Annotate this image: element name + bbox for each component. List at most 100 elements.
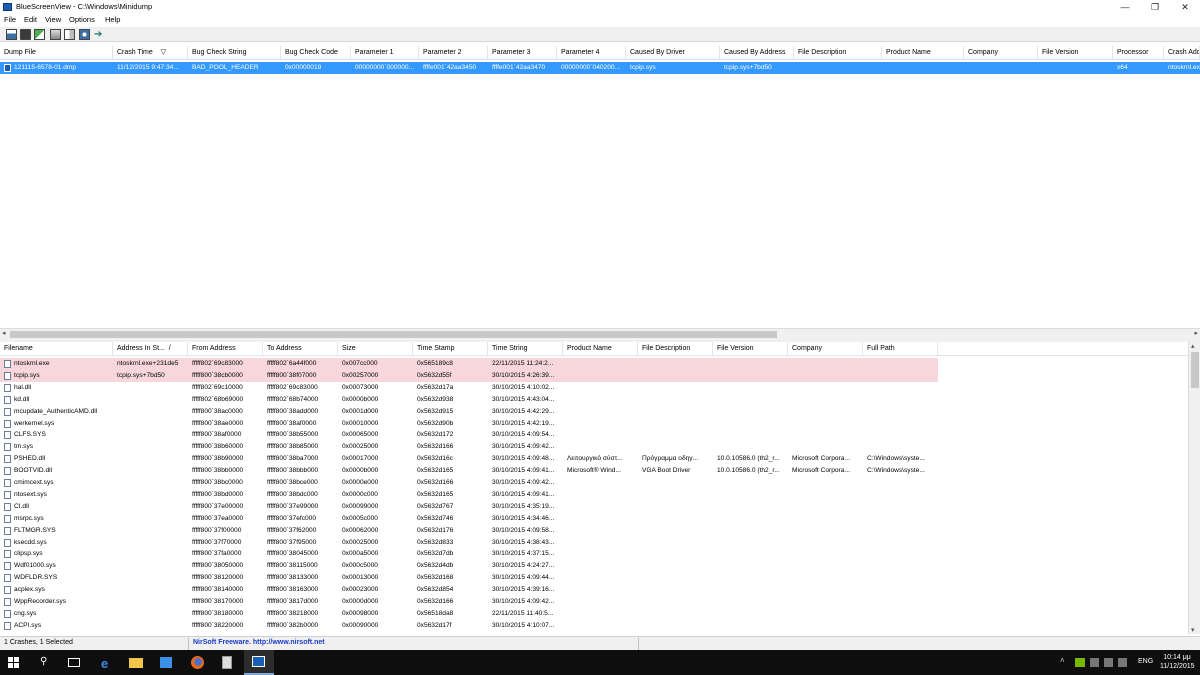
properties-icon[interactable] [64, 29, 75, 40]
driver-row[interactable]: hal.dll fffff802`69c10000 fffff802`69c8300… [0, 382, 1188, 394]
driver-row[interactable]: ACPI.sys fffff800`38220000 fffff800`382b00… [0, 620, 1188, 632]
volume-icon[interactable] [1104, 658, 1113, 667]
horizontal-scrollbar[interactable]: ◂ ▸ [0, 328, 1200, 339]
col-address-in-stack[interactable]: Address In St... / [113, 342, 188, 356]
nirsoft-link[interactable]: NirSoft Freeware. http://www.nirsoft.net [193, 639, 325, 646]
scroll-right-icon[interactable]: ▸ [1194, 329, 1198, 337]
col-to-address[interactable]: To Address [263, 342, 338, 356]
network-icon[interactable] [1090, 658, 1099, 667]
taskbar-bluescreenview[interactable] [244, 650, 274, 675]
cell-time-string: 22/11/2015 11:24:2... [492, 360, 554, 367]
find-icon[interactable] [79, 29, 90, 40]
disk-icon[interactable] [20, 29, 31, 40]
col-crash-time[interactable]: Crash Time ▽ [113, 46, 188, 60]
cell-size: 0x00062000 [342, 526, 379, 534]
col-caused-by-address[interactable]: Caused By Address [720, 46, 794, 60]
search-button[interactable]: ⚲ [30, 650, 60, 675]
driver-row[interactable]: kd.dll fffff802`68b69000 fffff802`68b74000… [0, 394, 1188, 406]
menu-edit[interactable]: Edit [24, 15, 37, 24]
taskbar-explorer[interactable] [122, 650, 152, 675]
vertical-scrollbar[interactable]: ▴ ▾ [1188, 342, 1200, 634]
scroll-up-icon[interactable]: ▴ [1191, 342, 1195, 350]
col-parameter-4[interactable]: Parameter 4 [557, 46, 626, 60]
driver-row[interactable]: Wdf01000.sys fffff800`38050000 fffff800`38… [0, 560, 1188, 572]
menu-help[interactable]: Help [105, 15, 120, 24]
col-parameter-1[interactable]: Parameter 1 [351, 46, 419, 60]
col-time-stamp[interactable]: Time Stamp [413, 342, 488, 356]
driver-row[interactable]: ksecdd.sys fffff800`37f70000 fffff800`37f9… [0, 537, 1188, 549]
col-size[interactable]: Size [338, 342, 413, 356]
crash-list[interactable]: Dump File Crash Time ▽ Bug Check String … [0, 44, 1200, 328]
maximize-button[interactable]: ❐ [1140, 0, 1170, 14]
menu-options[interactable]: Options [69, 15, 95, 24]
col-from-address[interactable]: From Address [188, 342, 263, 356]
driver-row[interactable]: cmimcext.sys fffff800`38bc0000 fffff800`38… [0, 477, 1188, 489]
scroll-left-icon[interactable]: ◂ [2, 329, 6, 337]
driver-row[interactable]: msrpc.sys fffff800`37ea0000 fffff800`37efc… [0, 513, 1188, 525]
col-company[interactable]: Company [964, 46, 1038, 60]
col-company[interactable]: Company [788, 342, 863, 356]
col-full-path[interactable]: Full Path [863, 342, 938, 356]
col-dump-file[interactable]: Dump File [0, 46, 113, 60]
task-view-button[interactable] [60, 650, 90, 675]
col-processor[interactable]: Processor [1113, 46, 1164, 60]
driver-row[interactable]: mcupdate_AuthenticAMD.dll fffff800`38ac00… [0, 406, 1188, 418]
start-button[interactable] [0, 650, 30, 675]
show-hidden-icons-icon[interactable]: ˄ [1060, 656, 1065, 665]
driver-row[interactable]: BOOTVID.dll fffff800`38bb0000 fffff800`38b… [0, 465, 1188, 477]
col-parameter-3[interactable]: Parameter 3 [488, 46, 557, 60]
clock-time: 10:14 μμ [1163, 654, 1191, 661]
col-parameter-2[interactable]: Parameter 2 [419, 46, 488, 60]
driver-row[interactable]: ntoskrnl.exe ntoskrnl.exe+231de5 fffff802`… [0, 358, 1188, 370]
cell-file-version [713, 489, 788, 501]
nvidia-icon[interactable] [1075, 658, 1085, 667]
driver-row[interactable]: werkernel.sys fffff800`38ae0000 fffff800`3… [0, 418, 1188, 430]
driver-row[interactable]: tcpip.sys tcpip.sys+7bd50 fffff800`38cb000… [0, 369, 1188, 382]
driver-row[interactable]: FLTMGR.SYS fffff800`37f00000 fffff800`37f6… [0, 525, 1188, 537]
driver-row[interactable]: tm.sys fffff800`38b60000 fffff800`38b85000… [0, 441, 1188, 453]
menu-view[interactable]: View [45, 15, 61, 24]
col-file-version[interactable]: File Version [713, 342, 788, 356]
col-caused-by-driver[interactable]: Caused By Driver [626, 46, 720, 60]
menu-file[interactable]: File [4, 15, 16, 24]
cell-time-string: 30/10/2015 4:09:58... [492, 526, 555, 534]
minimize-button[interactable]: — [1110, 0, 1140, 14]
driver-row[interactable]: CI.dll fffff800`37e00000 fffff800`37e99000… [0, 501, 1188, 513]
scroll-down-icon[interactable]: ▾ [1191, 626, 1195, 634]
driver-row[interactable]: PSHED.dll fffff800`38b90000 fffff800`38ba7… [0, 453, 1188, 465]
input-language[interactable]: ENG [1138, 658, 1153, 665]
save-icon[interactable] [6, 29, 17, 40]
col-product-name[interactable]: Product Name [563, 342, 638, 356]
col-bug-check-string[interactable]: Bug Check String [188, 46, 281, 60]
col-file-version[interactable]: File Version [1038, 46, 1113, 60]
col-file-description[interactable]: File Description [794, 46, 882, 60]
driver-row[interactable]: clipsp.sys fffff800`37fa0000 fffff800`3804… [0, 548, 1188, 560]
col-filename[interactable]: Filename [0, 342, 113, 356]
vertical-scroll-thumb[interactable] [1191, 352, 1199, 388]
driver-row[interactable]: ntosext.sys fffff800`38bd0000 fffff800`38b… [0, 489, 1188, 501]
horizontal-scroll-thumb[interactable] [10, 331, 777, 338]
driver-row[interactable]: cng.sys fffff800`38180000 fffff800`3821800… [0, 608, 1188, 620]
driver-row[interactable]: WDFLDR.SYS fffff800`38120000 fffff800`3813… [0, 572, 1188, 584]
driver-row[interactable]: acpiex.sys fffff800`38140000 fffff800`3816… [0, 584, 1188, 596]
driver-row[interactable]: CLFS.SYS fffff800`38af0000 fffff800`38b550… [0, 429, 1188, 441]
taskbar-calculator[interactable] [213, 650, 243, 675]
col-file-description[interactable]: File Description [638, 342, 713, 356]
system-clock[interactable]: 10:14 μμ 11/12/2015 [1160, 653, 1195, 671]
notification-icon[interactable] [1118, 658, 1127, 667]
cell-bug-check-code: 0x00000019 [285, 64, 322, 71]
col-crash-address[interactable]: Crash Add [1164, 46, 1200, 60]
col-bug-check-code[interactable]: Bug Check Code [281, 46, 351, 60]
taskbar-firefox[interactable] [183, 650, 213, 675]
close-button[interactable]: ✕ [1170, 0, 1200, 14]
taskbar-store[interactable] [152, 650, 182, 675]
refresh-icon[interactable] [34, 29, 45, 40]
exit-icon[interactable]: ➔ [94, 29, 105, 40]
taskbar-edge[interactable]: e [92, 650, 122, 675]
driver-row[interactable]: WppRecorder.sys fffff800`38170000 fffff800… [0, 596, 1188, 608]
driver-list[interactable]: Filename Address In St... / From Address… [0, 342, 1188, 634]
crash-row[interactable]: 121115-6578-01.dmp 11/12/2015 9:47:34...… [0, 62, 1200, 74]
col-product-name[interactable]: Product Name [882, 46, 964, 60]
col-time-string[interactable]: Time String [488, 342, 563, 356]
copy-icon[interactable] [50, 29, 61, 40]
